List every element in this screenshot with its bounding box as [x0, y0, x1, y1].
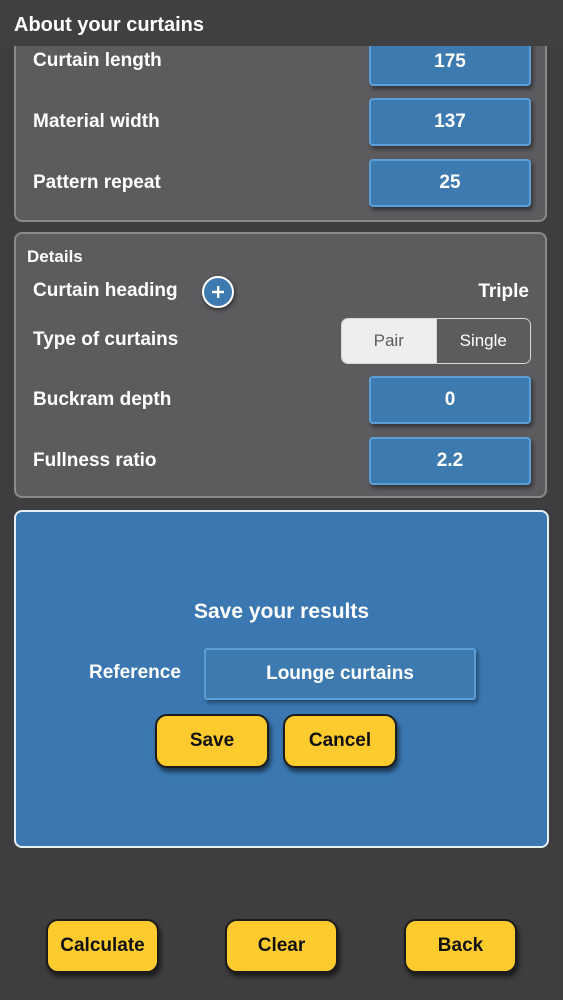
dimensions-panel: Curtain length 175 Material width 137 Pa…	[14, 26, 547, 222]
cancel-button[interactable]: Cancel	[283, 714, 397, 768]
details-panel: Details Curtain heading Triple Type of c…	[14, 232, 547, 498]
segment-pair[interactable]: Pair	[342, 319, 436, 363]
calculate-button[interactable]: Calculate	[46, 919, 159, 973]
top-bar: About your curtains	[0, 0, 563, 46]
curtain-heading-label: Curtain heading	[33, 280, 178, 301]
save-results-title: Save your results	[193, 600, 370, 623]
details-section-label: Details	[27, 247, 83, 266]
save-results-panel: Save your results Reference Lounge curta…	[14, 510, 549, 848]
material-width-label: Material width	[33, 111, 160, 132]
fullness-ratio-label: Fullness ratio	[33, 450, 157, 471]
clear-button[interactable]: Clear	[225, 919, 338, 973]
type-of-curtains-label: Type of curtains	[33, 329, 179, 350]
material-width-field[interactable]: 137	[369, 98, 531, 146]
segment-single[interactable]: Single	[435, 319, 530, 363]
buckram-depth-label: Buckram depth	[33, 389, 172, 410]
curtain-heading-value[interactable]: Triple	[478, 281, 529, 303]
reference-input[interactable]: Lounge curtains	[204, 648, 476, 700]
pattern-repeat-label: Pattern repeat	[33, 172, 161, 193]
fullness-ratio-field[interactable]: 2.2	[369, 437, 531, 485]
curtain-length-label: Curtain length	[33, 50, 162, 71]
save-button[interactable]: Save	[155, 714, 269, 768]
plus-icon	[212, 286, 224, 298]
back-button[interactable]: Back	[404, 919, 517, 973]
reference-label: Reference	[89, 662, 181, 683]
page-title: About your curtains	[14, 14, 205, 36]
buckram-depth-field[interactable]: 0	[369, 376, 531, 424]
curtain-type-segmented-control: Pair Single	[341, 318, 531, 364]
add-curtain-heading-button[interactable]	[202, 276, 234, 308]
pattern-repeat-field[interactable]: 25	[369, 159, 531, 207]
